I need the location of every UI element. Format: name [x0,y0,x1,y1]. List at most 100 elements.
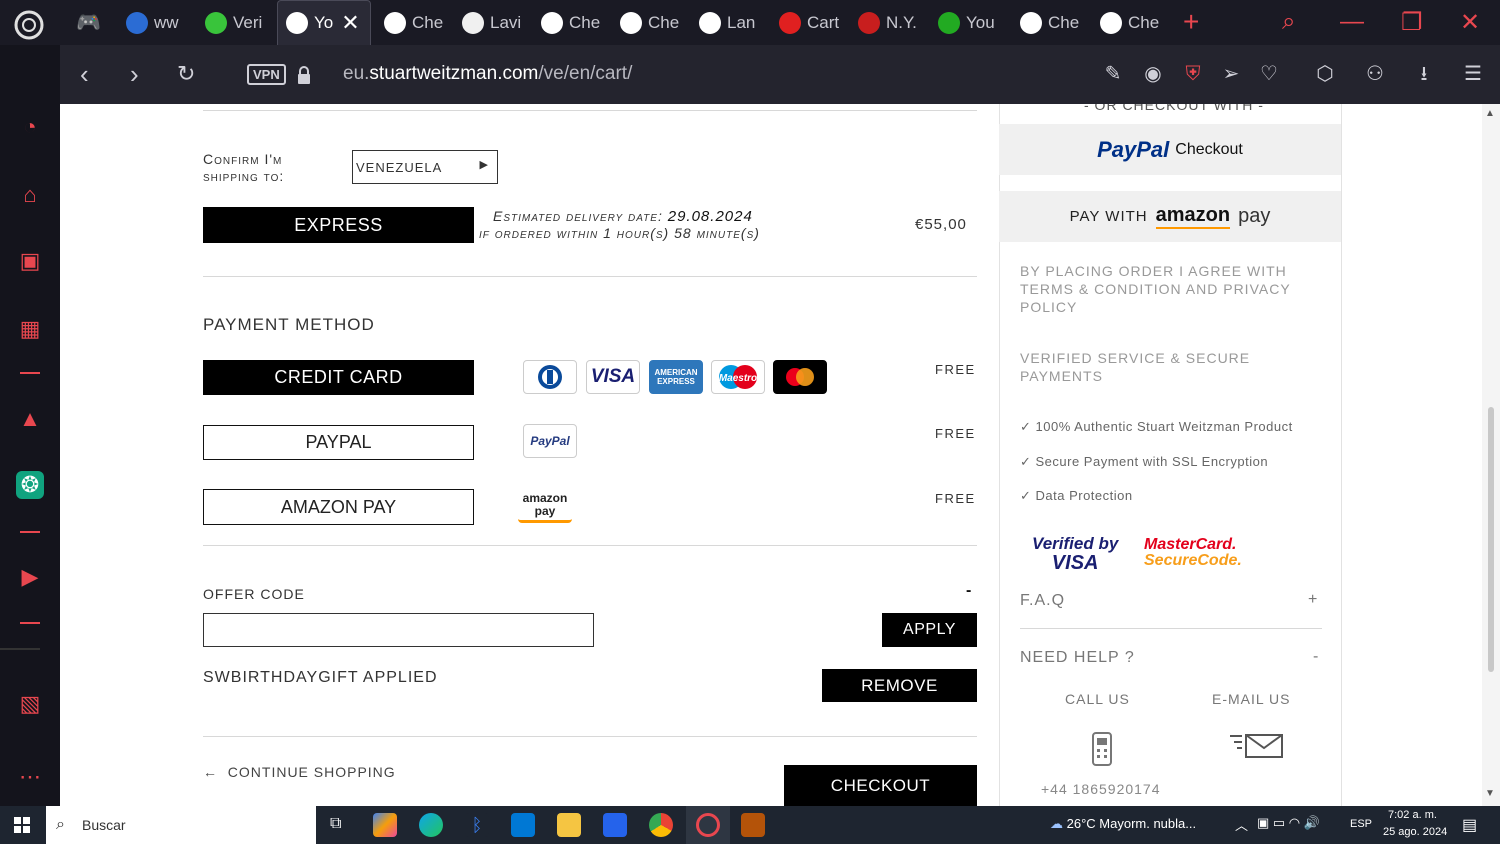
close-tab-icon[interactable]: ✕ [341,10,359,36]
remove-button[interactable]: REMOVE [822,669,977,702]
paypal-checkout-button[interactable]: PayPal Checkout [999,124,1341,175]
snapshot-edit-icon[interactable]: ✎ [1100,61,1126,87]
need-help-toggle[interactable]: NEED HELP ? [1020,649,1135,667]
profile-icon[interactable]: ⚇ [1362,61,1388,87]
scroll-down-icon[interactable]: ▼ [1485,788,1495,799]
mail-icon[interactable] [511,813,535,837]
copilot-icon[interactable] [373,813,397,837]
chatgpt-icon[interactable]: ❂ [16,471,44,499]
divider [203,276,977,277]
tab-favicon-icon [1020,11,1042,34]
credit-card-option[interactable]: CREDIT CARD [203,360,474,395]
country-select[interactable]: VENEZUELA ▶ [352,150,498,184]
minus-icon[interactable]: - [1313,648,1318,666]
faq-toggle[interactable]: F.A.Q [1020,592,1065,610]
windows-start-icon[interactable] [14,817,30,833]
download-icon[interactable]: ⭳ [1411,61,1437,87]
express-shipping-button[interactable]: EXPRESS [203,207,474,243]
checkout-button[interactable]: CHECKOUT [784,765,977,806]
browser-tab[interactable]: Che [384,0,444,45]
task-view-icon[interactable]: ⧉ [330,815,341,833]
weather-widget[interactable]: ☁ 26°C Mayorm. nubla... [1050,816,1196,832]
vpn-badge[interactable]: VPN [247,64,286,85]
page-scrollbar[interactable]: ▲ ▼ [1482,104,1500,806]
calculator-icon[interactable] [603,813,627,837]
phone-icon[interactable] [1090,732,1114,766]
paypal-brand: PayPal [1097,136,1170,162]
easy-setup-icon[interactable]: ☰ [1460,61,1486,87]
email-icon[interactable] [1230,732,1284,760]
mastercard-icon [773,360,827,394]
gx-corner-icon[interactable]: ⌂ [16,181,44,209]
file-explorer-icon[interactable] [557,813,581,837]
tab-label: Lavi [490,12,522,32]
paypal-option[interactable]: PAYPAL [203,425,474,460]
language-indicator[interactable]: ESP [1350,818,1372,830]
heart-icon[interactable]: ♡ [1256,61,1282,87]
visa-icon: VISA [586,360,640,394]
amazon-pay-button[interactable]: PAY WITH amazon pay [999,191,1341,242]
browser-tab[interactable]: Che [1100,0,1160,45]
cpu-limiter-icon[interactable]: ▦ [16,315,44,343]
gallery-icon[interactable]: ▧ [16,690,44,718]
browser-tab[interactable]: Lavi [462,0,522,45]
browser-tab[interactable]: ww [126,0,184,45]
tab-label: You [966,12,995,32]
apply-button[interactable]: APPLY [882,613,977,647]
plus-icon[interactable]: + [1308,591,1317,609]
more-options-icon[interactable]: ⋯ [16,763,44,791]
reload-button[interactable]: ↻ [177,59,195,89]
browser-tab[interactable]: Veri [205,0,267,45]
browser-tab[interactable]: You [938,0,1000,45]
forward-button[interactable]: › [130,59,139,89]
credit-card-cost: FREE [935,362,976,377]
browser-tab[interactable]: Che [1020,0,1080,45]
close-window-button[interactable]: ✕ [1460,8,1480,37]
opera-gx-logo-icon[interactable] [12,8,46,42]
browser-tab[interactable]: Cart [779,0,839,45]
twitch-icon[interactable]: ▣ [16,247,44,275]
send-icon[interactable]: ➢ [1218,61,1244,87]
minimize-button[interactable]: — [1340,8,1364,36]
scrollbar-thumb[interactable] [1488,407,1494,672]
tray-icons[interactable]: ▣ ▭ ◠ 🔊 [1257,815,1320,831]
gx-control-icon[interactable]: ◔ [16,113,44,141]
camera-icon[interactable]: ◉ [1140,61,1166,87]
browser-tab[interactable]: Che [620,0,680,45]
new-tab-button[interactable]: + [1183,6,1199,38]
browser-tab[interactable]: Che [541,0,601,45]
browser-tab[interactable]: Yo ✕ [277,0,371,45]
edge-icon[interactable] [419,813,443,837]
clock-date[interactable]: 25 ago. 2024 [1383,826,1447,838]
opera-gx-icon [696,813,720,837]
search-tabs-icon[interactable]: ⌕ [1282,8,1295,36]
sidebar-divider [20,622,40,624]
notifications-icon[interactable]: ▤ [1462,815,1477,835]
clock-time[interactable]: 7:02 a. m. [1388,809,1437,821]
browser-tab[interactable]: Lan [699,0,759,45]
restore-button[interactable]: ❐ [1401,8,1423,37]
aria-icon[interactable]: ▲ [16,405,44,433]
player-icon[interactable]: ▶ [16,563,44,591]
bluetooth-icon[interactable]: ᛒ [465,813,489,837]
gaming-tab-icon[interactable]: 🎮 [76,0,106,45]
browser-tab[interactable]: N.Y. [858,0,920,45]
lock-icon[interactable] [296,65,312,85]
offer-collapse-toggle[interactable]: - [966,582,971,600]
url-field[interactable]: eu.stuartweitzman.com/ve/en/cart/ [343,63,632,85]
taskbar-search-box[interactable]: ⌕ Buscar [46,806,316,844]
game-app-icon[interactable] [741,813,765,837]
back-button[interactable]: ‹ [80,59,89,89]
scroll-up-icon[interactable]: ▲ [1485,108,1495,119]
offer-code-input[interactable] [203,613,594,647]
taskbar-active-app[interactable] [686,806,730,844]
amazon-pay-option[interactable]: AMAZON PAY [203,489,474,525]
continue-shopping-link[interactable]: ← CONTINUE SHOPPING [203,764,396,780]
chrome-icon[interactable] [649,813,673,837]
estimated-delivery: Estimated delivery date: 29.08.2024 [493,208,753,225]
tab-label: Lan [727,12,756,32]
tab-label: N.Y. [886,12,917,32]
show-hidden-icons[interactable]: ︿ [1235,815,1248,834]
cube-icon[interactable]: ⬡ [1312,61,1338,87]
adblock-shield-icon[interactable]: ⛨ [1180,61,1206,87]
